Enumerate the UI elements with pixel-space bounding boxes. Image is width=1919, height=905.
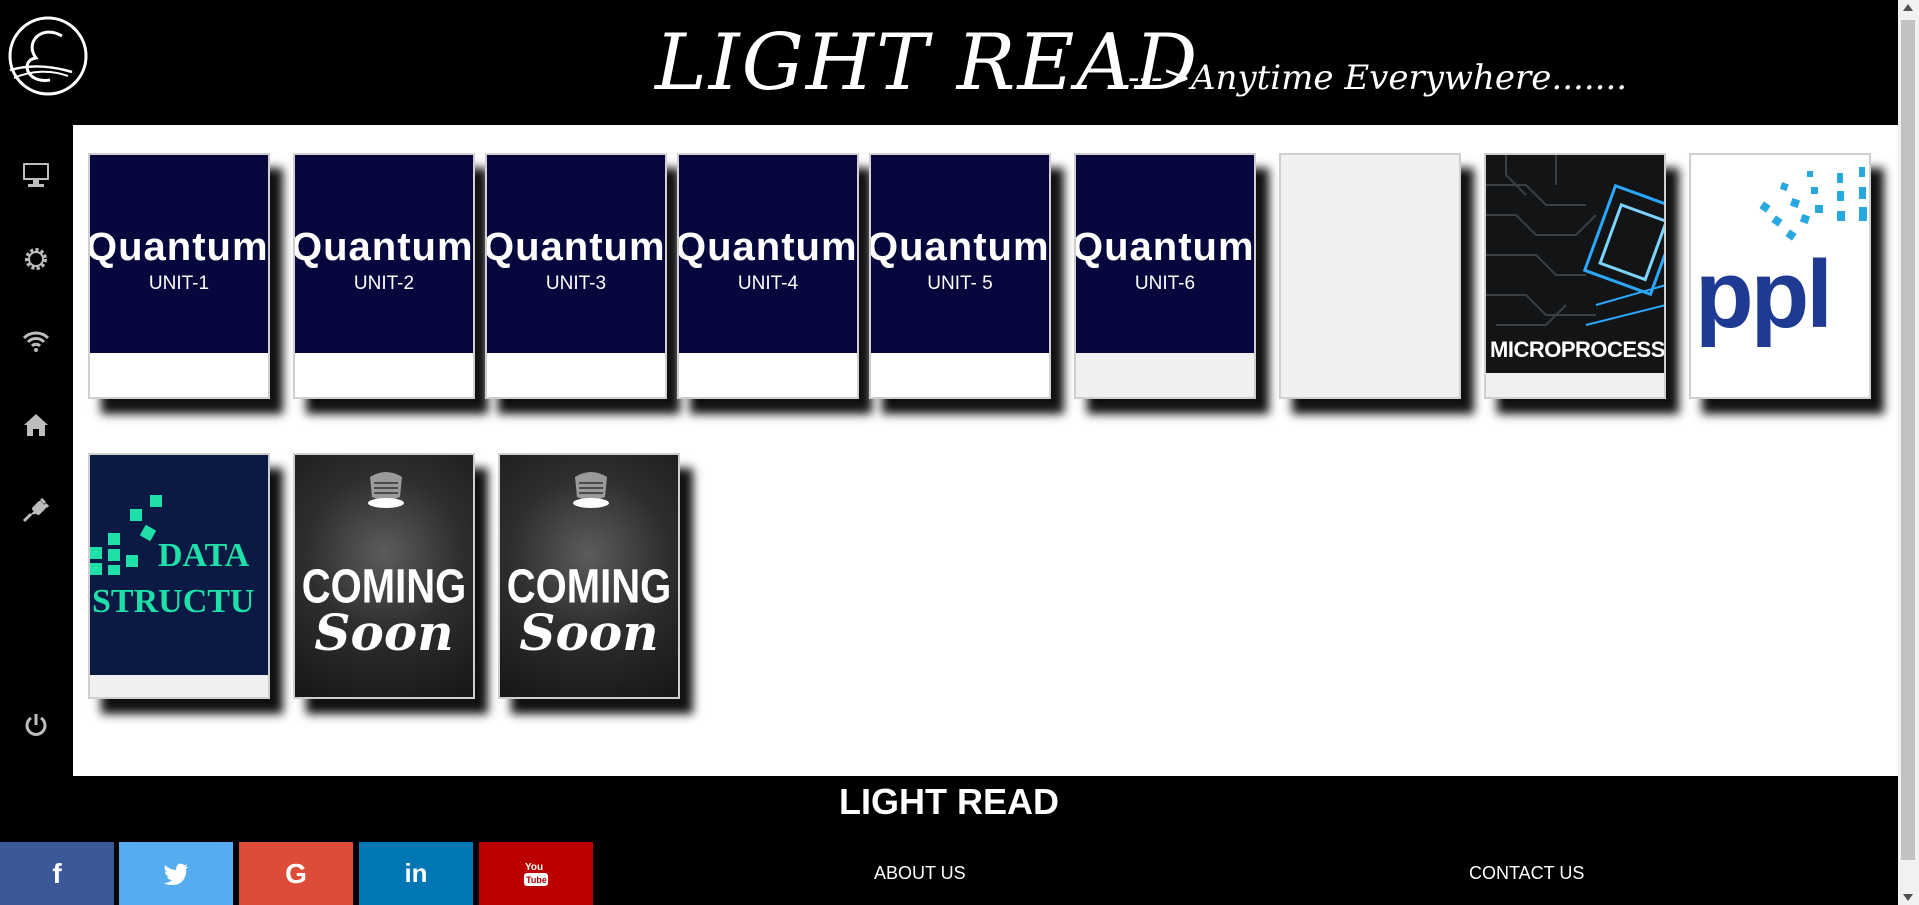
book-cover: COMING Soon [295,455,473,697]
facebook-button[interactable]: f [0,842,114,905]
cover-unit: UNIT-2 [353,273,415,294]
scrollbar[interactable] [1898,0,1919,905]
card-footer [1076,353,1254,397]
cover-brand: Quantum [90,225,268,269]
cover-title-line2: Soon [314,603,454,662]
home-icon [24,414,48,436]
e-logo-icon[interactable] [2,14,88,100]
book-card-quantum-unit-4[interactable]: Quantum UNIT-4 [677,153,859,399]
youtube-icon: You Tube [524,862,548,886]
gear-icon [25,248,47,270]
cover-label: ppl [1695,241,1833,348]
book-cover: COMING Soon [500,455,678,697]
book-cover: DATA STRUCTU [90,455,268,675]
footer-title: LIGHT READ [839,781,1059,822]
svg-text:Tube: Tube [526,875,547,885]
sidebar-item-settings[interactable] [18,241,54,277]
book-card-empty[interactable] [1279,153,1461,399]
sidebar [0,125,73,775]
cover-brand: Quantum [1076,225,1254,269]
card-footer [295,353,473,397]
book-cover: MICROPROCESSOR [1486,155,1664,373]
plug-icon [22,497,50,523]
cover-unit: UNIT-6 [1134,273,1196,294]
facebook-icon: f [52,857,62,889]
book-card-ppl[interactable]: ppl [1689,153,1871,399]
book-card-quantum-unit-1[interactable]: Quantum UNIT-1 [88,153,270,399]
about-us-link[interactable]: ABOUT US [874,863,966,884]
card-footer [871,353,1049,397]
ppl-rays-image [1759,167,1867,241]
spotlight-icon [573,472,609,508]
book-card-quantum-unit-6[interactable]: Quantum UNIT-6 [1074,153,1256,399]
cover-brand: Quantum [295,225,473,269]
book-card-quantum-unit-3[interactable]: Quantum UNIT-3 [485,153,667,399]
sidebar-item-wifi[interactable] [18,323,54,359]
power-icon [25,714,47,736]
book-card-quantum-unit-5[interactable]: Quantum UNIT- 5 [869,153,1051,399]
card-footer [487,353,665,397]
content-grid: Quantum UNIT-1 Quantum UNIT-2 Quantum UN… [73,125,1898,776]
sidebar-item-home[interactable] [18,407,54,443]
book-cover: Quantum UNIT-6 [1076,155,1254,353]
monitor-icon [23,163,49,187]
wifi-icon [22,331,50,352]
spotlight-icon [368,472,404,508]
linkedin-button[interactable]: in [359,842,473,905]
scroll-down-icon[interactable] [1903,894,1913,901]
book-card-quantum-unit-2[interactable]: Quantum UNIT-2 [293,153,475,399]
book-cover: Quantum UNIT-4 [679,155,857,353]
scroll-up-icon[interactable] [1903,4,1913,11]
sidebar-item-power[interactable] [18,707,54,743]
cover-title-line1: DATA [158,537,250,574]
cover-title-line2: STRUCTU [92,583,255,620]
youtube-button[interactable]: You Tube [479,842,593,905]
cover-label: MICROPROCESSOR [1490,337,1664,362]
book-card-coming-soon-1[interactable]: COMING Soon [293,453,475,699]
card-footer [90,675,268,697]
linkedin-icon: in [404,858,428,888]
book-cover: Quantum UNIT-2 [295,155,473,353]
google-icon: G [285,857,307,889]
cover-unit: UNIT-1 [148,273,210,294]
header: LIGHT READ --->Anytime Everywhere....... [0,0,1898,125]
scroll-thumb[interactable] [1901,20,1915,860]
book-card-data-structures[interactable]: DATA STRUCTU [88,453,270,699]
cover-brand: Quantum [487,225,665,269]
book-cover: Quantum UNIT-1 [90,155,268,353]
cover-unit: UNIT-3 [545,273,607,294]
cover-title-line2: Soon [519,603,659,662]
book-cover: Quantum UNIT-3 [487,155,665,353]
cover-brand: Quantum [871,225,1049,269]
card-footer [90,353,268,397]
sidebar-item-plug[interactable] [18,491,54,527]
sidebar-item-monitor[interactable] [18,157,54,193]
twitter-button[interactable] [119,842,233,905]
svg-text:You: You [525,862,543,873]
contact-us-link[interactable]: CONTACT US [1469,863,1584,884]
cover-brand: Quantum [679,225,857,269]
google-button[interactable]: G [239,842,353,905]
book-card-coming-soon-2[interactable]: COMING Soon [498,453,680,699]
book-cover: ppl [1691,155,1869,397]
cover-unit: UNIT- 5 [927,273,993,294]
site-tagline: --->Anytime Everywhere....... [1128,58,1628,98]
book-card-microprocessor[interactable]: MICROPROCESSOR [1484,153,1666,399]
twitter-icon [164,863,188,885]
cover-unit: UNIT-4 [737,273,799,294]
book-cover: Quantum UNIT- 5 [871,155,1049,353]
site-title: LIGHT READ [655,18,1200,108]
card-footer [679,353,857,397]
